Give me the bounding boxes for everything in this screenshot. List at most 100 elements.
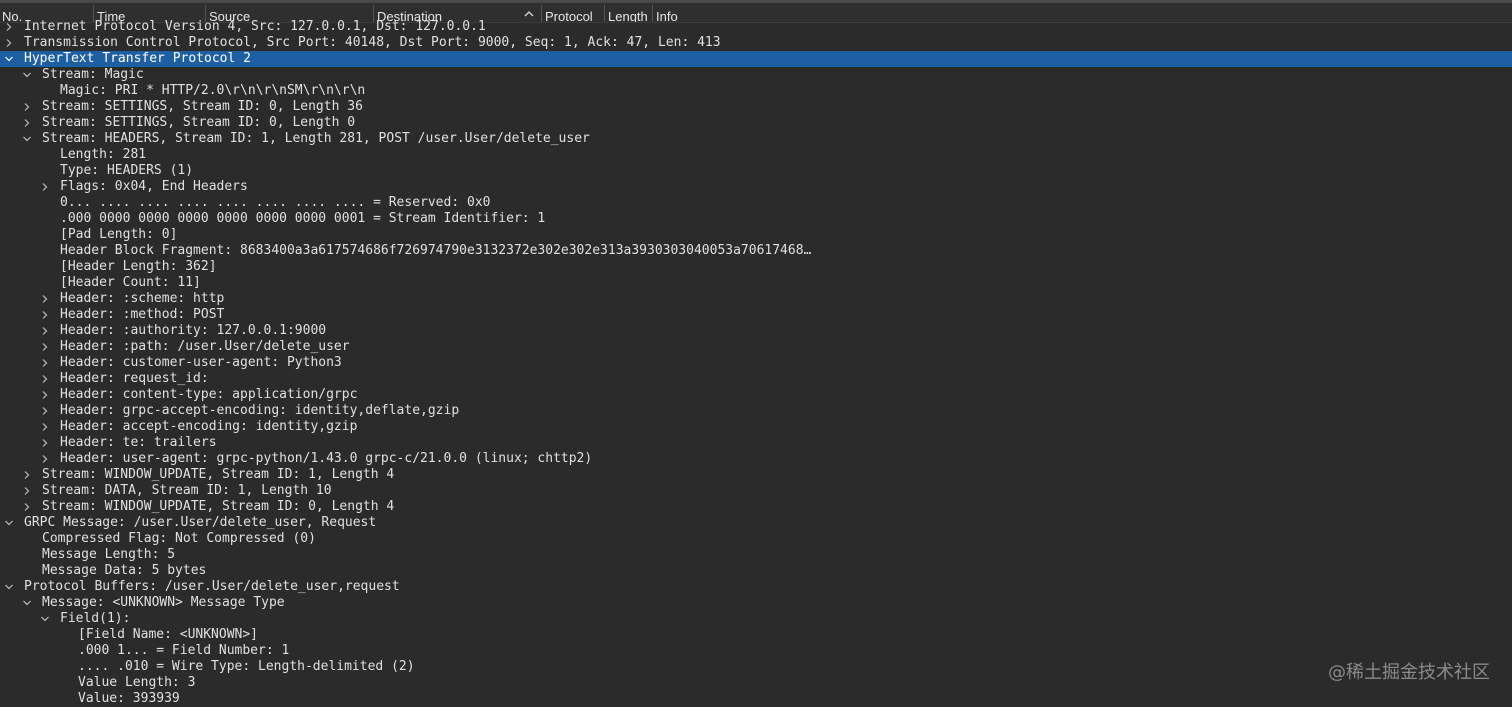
tree-row[interactable]: Value Length: 3 bbox=[0, 675, 1512, 691]
tree-row-label: Stream: DATA, Stream ID: 1, Length 10 bbox=[42, 483, 332, 498]
tree-row[interactable]: Header: content-type: application/grpc bbox=[0, 387, 1512, 403]
chevron-right-icon[interactable] bbox=[21, 115, 33, 131]
chevron-right-icon[interactable] bbox=[39, 307, 51, 323]
tree-row-label: Message Data: 5 bytes bbox=[42, 563, 207, 578]
tree-row-label: Message: <UNKNOWN> Message Type bbox=[42, 595, 285, 610]
chevron-down-icon[interactable] bbox=[21, 595, 33, 611]
tree-row-label: .000 0000 0000 0000 0000 0000 0000 0001 … bbox=[60, 211, 546, 226]
tree-row[interactable]: Header Block Fragment: 8683400a3a6175746… bbox=[0, 243, 1512, 259]
tree-row[interactable]: GRPC Message: /user.User/delete_user, Re… bbox=[0, 515, 1512, 531]
tree-row-label: Header: content-type: application/grpc bbox=[60, 387, 358, 402]
tree-row-label: Message Length: 5 bbox=[42, 547, 176, 562]
tree-row-label: Transmission Control Protocol, Src Port:… bbox=[24, 35, 721, 50]
chevron-right-icon[interactable] bbox=[39, 387, 51, 403]
tree-row[interactable]: .000 1... = Field Number: 1 bbox=[0, 643, 1512, 659]
chevron-right-icon[interactable] bbox=[39, 451, 51, 467]
tree-row[interactable]: Magic: PRI * HTTP/2.0\r\n\r\nSM\r\n\r\n bbox=[0, 83, 1512, 99]
tree-row-label: Header: grpc-accept-encoding: identity,d… bbox=[60, 403, 460, 418]
tree-row[interactable]: [Field Name: <UNKNOWN>] bbox=[0, 627, 1512, 643]
tree-row[interactable]: Message Data: 5 bytes bbox=[0, 563, 1512, 579]
tree-row[interactable]: Stream: Magic bbox=[0, 67, 1512, 83]
chevron-right-icon[interactable] bbox=[3, 35, 15, 51]
tree-row-label: 0... .... .... .... .... .... .... .... … bbox=[60, 195, 491, 210]
chevron-right-icon[interactable] bbox=[21, 467, 33, 483]
tree-row[interactable]: Header: request_id: bbox=[0, 371, 1512, 387]
chevron-right-icon[interactable] bbox=[39, 403, 51, 419]
tree-row-label: Header: :path: /user.User/delete_user bbox=[60, 339, 350, 354]
tree-row[interactable]: Header: :authority: 127.0.0.1:9000 bbox=[0, 323, 1512, 339]
tree-row-label: Header Block Fragment: 8683400a3a6175746… bbox=[60, 243, 812, 258]
tree-row[interactable]: Field(1): bbox=[0, 611, 1512, 627]
tree-row[interactable]: Protocol Buffers: /user.User/delete_user… bbox=[0, 579, 1512, 595]
tree-row-label: Length: 281 bbox=[60, 147, 147, 162]
chevron-right-icon[interactable] bbox=[21, 483, 33, 499]
chevron-down-icon[interactable] bbox=[21, 67, 33, 83]
chevron-right-icon[interactable] bbox=[39, 435, 51, 451]
tree-row[interactable]: Value: 393939 bbox=[0, 691, 1512, 707]
tree-row-label: Stream: Magic bbox=[42, 67, 144, 82]
tree-row[interactable]: Length: 281 bbox=[0, 147, 1512, 163]
tree-row[interactable]: Header: :path: /user.User/delete_user bbox=[0, 339, 1512, 355]
tree-row[interactable]: HyperText Transfer Protocol 2 bbox=[0, 51, 1512, 67]
tree-row[interactable]: [Header Count: 11] bbox=[0, 275, 1512, 291]
tree-row[interactable]: [Header Length: 362] bbox=[0, 259, 1512, 275]
chevron-right-icon[interactable] bbox=[3, 19, 15, 35]
chevron-right-icon[interactable] bbox=[39, 371, 51, 387]
tree-row-label: Magic: PRI * HTTP/2.0\r\n\r\nSM\r\n\r\n bbox=[60, 83, 366, 98]
tree-row-label: Value Length: 3 bbox=[78, 675, 196, 690]
tree-row[interactable]: Header: :method: POST bbox=[0, 307, 1512, 323]
watermark: @稀土掘金技术社区 bbox=[1328, 662, 1490, 683]
tree-row-label: Header: customer-user-agent: Python3 bbox=[60, 355, 342, 370]
tree-row-label: Protocol Buffers: /user.User/delete_user… bbox=[24, 579, 400, 594]
tree-row[interactable]: Stream: DATA, Stream ID: 1, Length 10 bbox=[0, 483, 1512, 499]
tree-row[interactable]: Header: customer-user-agent: Python3 bbox=[0, 355, 1512, 371]
tree-row[interactable]: Stream: WINDOW_UPDATE, Stream ID: 1, Len… bbox=[0, 467, 1512, 483]
chevron-right-icon[interactable] bbox=[21, 499, 33, 515]
tree-row-label: [Header Length: 362] bbox=[60, 259, 217, 274]
packet-details-tree: Internet Protocol Version 4, Src: 127.0.… bbox=[0, 19, 1512, 707]
tree-row[interactable]: [Pad Length: 0] bbox=[0, 227, 1512, 243]
tree-row[interactable]: Type: HEADERS (1) bbox=[0, 163, 1512, 179]
tree-row-label: .... .010 = Wire Type: Length-delimited … bbox=[78, 659, 415, 674]
tree-row[interactable]: Message: <UNKNOWN> Message Type bbox=[0, 595, 1512, 611]
tree-row-label: Header: accept-encoding: identity,gzip bbox=[60, 419, 358, 434]
tree-row[interactable]: Header: te: trailers bbox=[0, 435, 1512, 451]
tree-row[interactable]: Internet Protocol Version 4, Src: 127.0.… bbox=[0, 19, 1512, 35]
tree-row[interactable]: Header: accept-encoding: identity,gzip bbox=[0, 419, 1512, 435]
tree-row-label: HyperText Transfer Protocol 2 bbox=[24, 51, 251, 66]
chevron-right-icon[interactable] bbox=[39, 179, 51, 195]
chevron-right-icon[interactable] bbox=[39, 323, 51, 339]
chevron-right-icon[interactable] bbox=[39, 355, 51, 371]
tree-row-label: Header: :scheme: http bbox=[60, 291, 225, 306]
tree-row-label: .000 1... = Field Number: 1 bbox=[78, 643, 290, 658]
chevron-down-icon[interactable] bbox=[39, 611, 51, 627]
tree-row[interactable]: Header: :scheme: http bbox=[0, 291, 1512, 307]
tree-row[interactable]: Compressed Flag: Not Compressed (0) bbox=[0, 531, 1512, 547]
tree-row-label: Type: HEADERS (1) bbox=[60, 163, 194, 178]
chevron-down-icon[interactable] bbox=[21, 131, 33, 147]
tree-row[interactable]: 0... .... .... .... .... .... .... .... … bbox=[0, 195, 1512, 211]
tree-row-label: Header: :authority: 127.0.0.1:9000 bbox=[60, 323, 327, 338]
tree-row[interactable]: Header: user-agent: grpc-python/1.43.0 g… bbox=[0, 451, 1512, 467]
tree-row[interactable]: Stream: SETTINGS, Stream ID: 0, Length 0 bbox=[0, 115, 1512, 131]
chevron-down-icon[interactable] bbox=[3, 579, 15, 595]
tree-row[interactable]: Flags: 0x04, End Headers bbox=[0, 179, 1512, 195]
tree-row[interactable]: Transmission Control Protocol, Src Port:… bbox=[0, 35, 1512, 51]
chevron-right-icon[interactable] bbox=[21, 99, 33, 115]
tree-row[interactable]: Stream: WINDOW_UPDATE, Stream ID: 0, Len… bbox=[0, 499, 1512, 515]
tree-row-label: Field(1): bbox=[60, 611, 131, 626]
tree-row[interactable]: Header: grpc-accept-encoding: identity,d… bbox=[0, 403, 1512, 419]
tree-row-label: Header: te: trailers bbox=[60, 435, 217, 450]
tree-row[interactable]: Message Length: 5 bbox=[0, 547, 1512, 563]
tree-row[interactable]: Stream: HEADERS, Stream ID: 1, Length 28… bbox=[0, 131, 1512, 147]
tree-row[interactable]: Stream: SETTINGS, Stream ID: 0, Length 3… bbox=[0, 99, 1512, 115]
tree-row[interactable]: .000 0000 0000 0000 0000 0000 0000 0001 … bbox=[0, 211, 1512, 227]
chevron-down-icon[interactable] bbox=[3, 51, 15, 67]
chevron-down-icon[interactable] bbox=[3, 515, 15, 531]
chevron-right-icon[interactable] bbox=[39, 291, 51, 307]
chevron-right-icon[interactable] bbox=[39, 339, 51, 355]
tree-row[interactable]: .... .010 = Wire Type: Length-delimited … bbox=[0, 659, 1512, 675]
tree-row-label: Header: :method: POST bbox=[60, 307, 225, 322]
chevron-right-icon[interactable] bbox=[39, 419, 51, 435]
tree-row-label: Stream: SETTINGS, Stream ID: 0, Length 3… bbox=[42, 99, 363, 114]
